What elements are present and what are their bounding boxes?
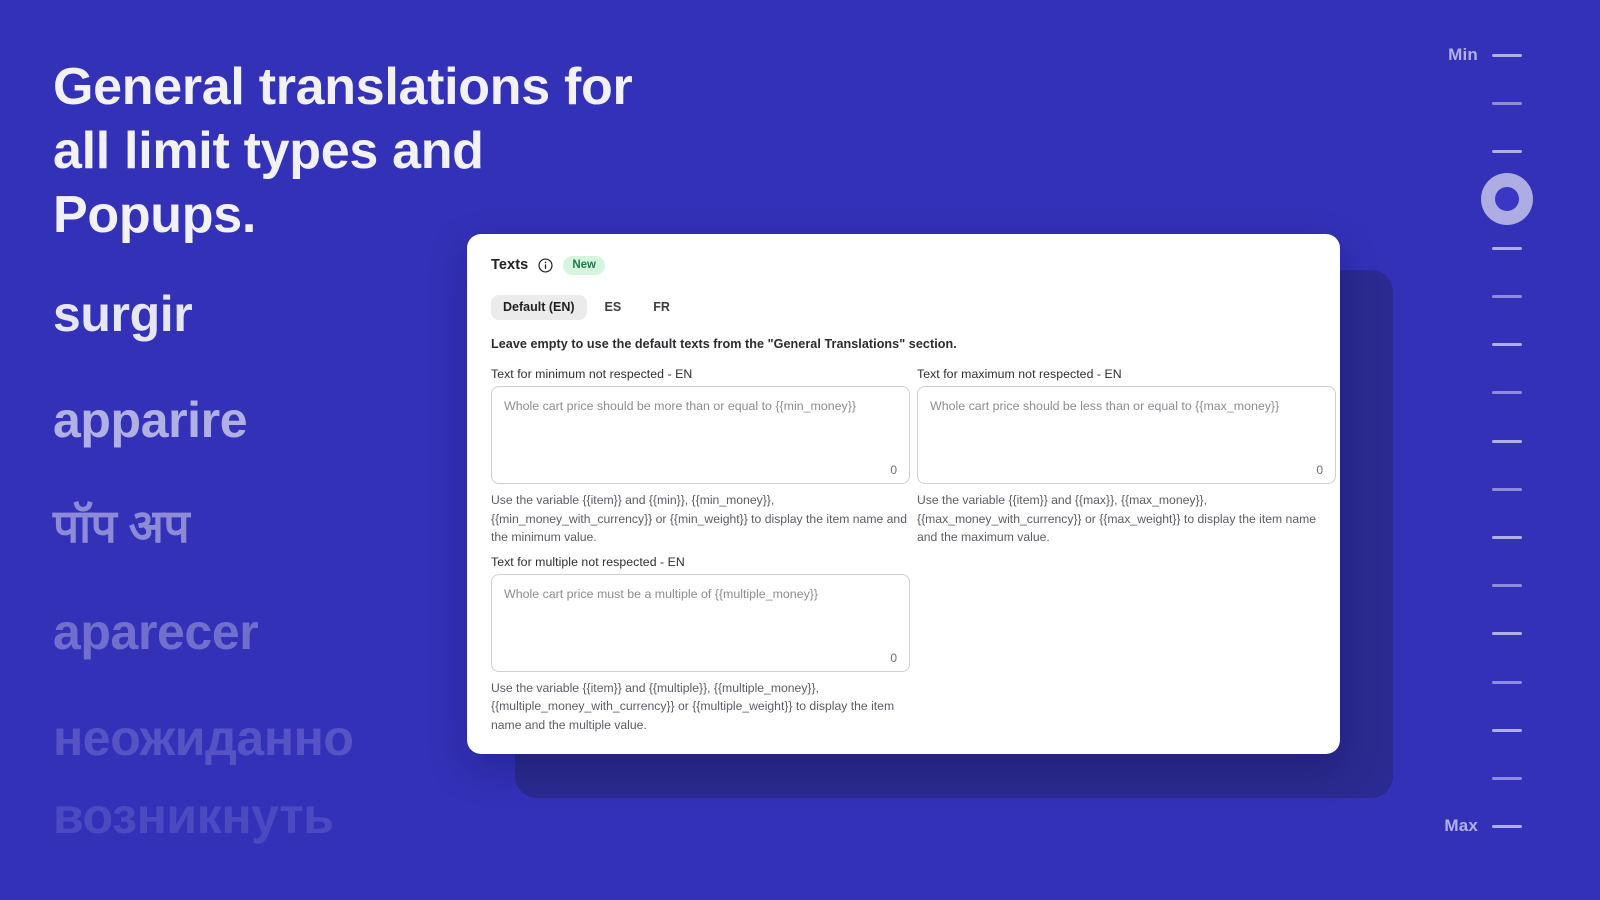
field-help-text: Use the variable {{item}} and {{multiple… bbox=[491, 680, 895, 732]
character-counter: 0 bbox=[1316, 463, 1323, 477]
card-title: Texts bbox=[491, 257, 529, 273]
textarea-placeholder: Whole cart price should be more than or … bbox=[504, 399, 856, 413]
textarea-minimum[interactable]: Whole cart price should be more than or … bbox=[491, 386, 910, 484]
field-label: Text for multiple not respected - EN bbox=[491, 554, 685, 569]
textarea-multiple[interactable]: Whole cart price must be a multiple of {… bbox=[491, 573, 910, 672]
slider-thumb-ring[interactable] bbox=[1481, 173, 1533, 225]
slider-tick bbox=[1492, 54, 1522, 57]
slider-tick bbox=[1492, 102, 1522, 106]
field-help-text: Use the variable {{item}} and {{min}}, {… bbox=[491, 493, 907, 544]
textarea-placeholder: Whole cart price should be less than or … bbox=[930, 399, 1280, 413]
field-multiple-text: Text for multiple not respected - EN Who… bbox=[491, 555, 911, 735]
grid-empty-cell bbox=[917, 547, 1337, 735]
field-maximum-text: Text for maximum not respected - EN Whol… bbox=[917, 367, 1337, 547]
slider-tick bbox=[1492, 825, 1522, 829]
slider-tick bbox=[1492, 680, 1522, 684]
slider-min-label: Min bbox=[1448, 45, 1478, 64]
hero-title-line-2: all limit types and bbox=[53, 122, 484, 180]
card-header: Texts New bbox=[491, 252, 1316, 278]
lead-note: Leave empty to use the default texts fro… bbox=[491, 337, 957, 351]
character-counter: 0 bbox=[890, 650, 897, 665]
slider-tick bbox=[1492, 246, 1522, 250]
language-tabs: Default (EN) ES FR bbox=[491, 294, 1316, 320]
slider-tick bbox=[1492, 487, 1522, 491]
slider-tick bbox=[1492, 295, 1522, 298]
textarea-placeholder: Whole cart price must be a multiple of {… bbox=[504, 586, 819, 601]
slider-tick bbox=[1492, 777, 1522, 780]
status-badge-new: New bbox=[563, 255, 605, 275]
slider-tick bbox=[1492, 632, 1522, 636]
slider-tick bbox=[1492, 343, 1522, 347]
field-label: Text for minimum not respected - EN bbox=[491, 367, 693, 381]
app-canvas: General translations for all limit types… bbox=[0, 0, 1600, 900]
field-minimum-text: Text for minimum not respected - EN Whol… bbox=[491, 367, 911, 547]
field-help-text: Use the variable {{item}} and {{max}}, {… bbox=[917, 493, 1317, 544]
hero-title-line-1: General translations for bbox=[53, 58, 633, 116]
character-counter: 0 bbox=[890, 463, 897, 477]
hero-heading: General translations for all limit types… bbox=[53, 55, 753, 247]
texts-settings-card: Texts New Default (EN) ES FR Leave empty… bbox=[467, 234, 1340, 754]
tab-default-en[interactable]: Default (EN) bbox=[491, 294, 587, 320]
slider-tick bbox=[1492, 439, 1522, 443]
slider-tick bbox=[1492, 150, 1522, 154]
tab-fr[interactable]: FR bbox=[639, 295, 684, 320]
textarea-maximum[interactable]: Whole cart price should be less than or … bbox=[917, 386, 1336, 484]
min-max-slider[interactable]: Min Max bbox=[1400, 0, 1600, 900]
slider-max-label: Max bbox=[1444, 816, 1478, 835]
slider-tick bbox=[1492, 728, 1522, 732]
slider-tick bbox=[1492, 584, 1522, 588]
slider-tick bbox=[1492, 536, 1522, 539]
slider-tick bbox=[1492, 391, 1522, 395]
fields-grid: Text for minimum not respected - EN Whol… bbox=[491, 367, 1336, 735]
field-label: Text for maximum not respected - EN bbox=[917, 367, 1122, 381]
info-circle-icon[interactable] bbox=[538, 257, 553, 273]
tab-es[interactable]: ES bbox=[591, 295, 636, 320]
